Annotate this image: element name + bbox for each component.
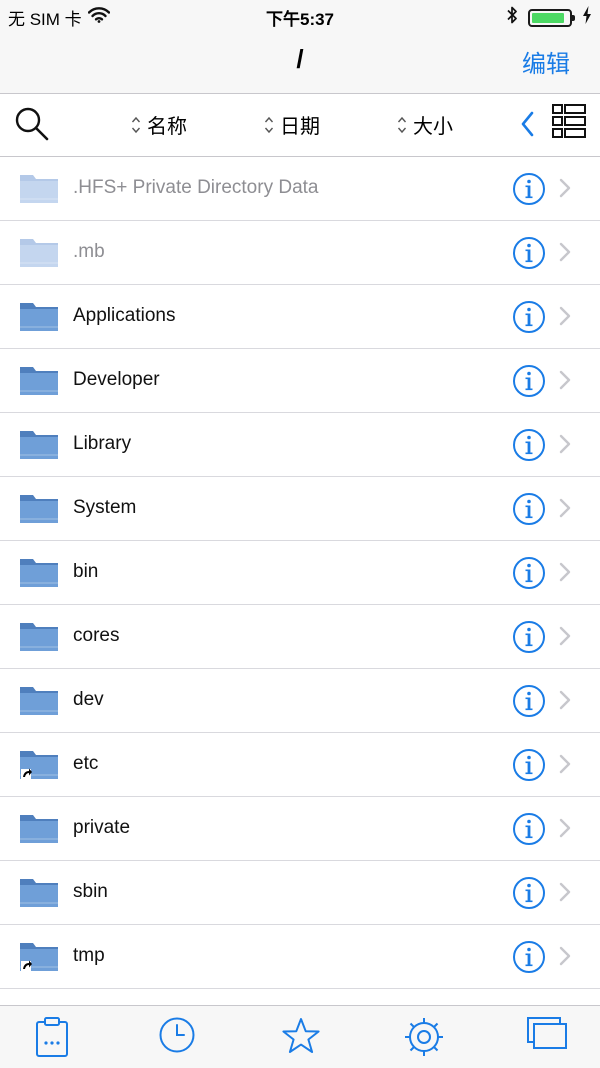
folder-icon bbox=[19, 363, 59, 397]
sort-arrows-icon bbox=[264, 116, 274, 133]
sort-arrows-icon bbox=[397, 116, 407, 133]
chevron-right-icon bbox=[558, 882, 572, 907]
clipboard-icon[interactable] bbox=[34, 1016, 70, 1063]
file-name: sbin bbox=[73, 881, 108, 902]
sort-name-label: 名称 bbox=[147, 116, 187, 138]
chevron-right-icon bbox=[558, 498, 572, 523]
tab-bar bbox=[0, 1005, 600, 1068]
info-icon[interactable] bbox=[512, 812, 546, 851]
list-item[interactable]: bin bbox=[0, 541, 600, 605]
charging-icon bbox=[582, 6, 592, 29]
file-name: Developer bbox=[73, 369, 160, 390]
info-icon[interactable] bbox=[512, 428, 546, 467]
sort-size-label: 大小 bbox=[413, 116, 453, 138]
gear-icon[interactable] bbox=[403, 1016, 445, 1063]
folder-icon bbox=[19, 683, 59, 717]
info-icon[interactable] bbox=[512, 748, 546, 787]
info-icon[interactable] bbox=[512, 172, 546, 211]
file-name: etc bbox=[73, 753, 99, 774]
chevron-right-icon bbox=[558, 370, 572, 395]
list-item[interactable]: .mb bbox=[0, 221, 600, 285]
file-name: .mb bbox=[73, 241, 105, 262]
battery-level bbox=[532, 12, 564, 23]
info-icon[interactable] bbox=[512, 940, 546, 979]
page-title: / bbox=[296, 44, 304, 74]
list-item[interactable]: private bbox=[0, 797, 600, 861]
file-name: Library bbox=[73, 433, 132, 454]
navigation-bar: / 编辑 bbox=[0, 30, 600, 94]
list-item[interactable]: Developer bbox=[0, 349, 600, 413]
file-name: Applications bbox=[73, 305, 176, 326]
list-item[interactable]: sbin bbox=[0, 861, 600, 925]
edit-button[interactable]: 编辑 bbox=[522, 44, 570, 79]
file-name: private bbox=[73, 817, 131, 838]
file-name: tmp bbox=[73, 945, 105, 966]
sort-by-name-button[interactable]: 名称 bbox=[131, 110, 187, 139]
file-name: .HFS+ Private Directory Data bbox=[73, 177, 319, 198]
file-list: .HFS+ Private Directory Data .mb Applica… bbox=[0, 157, 600, 1005]
bluetooth-icon bbox=[506, 5, 518, 30]
chevron-right-icon bbox=[558, 242, 572, 267]
sort-by-date-button[interactable]: 日期 bbox=[264, 110, 320, 139]
chevron-right-icon bbox=[558, 434, 572, 459]
info-icon[interactable] bbox=[512, 876, 546, 915]
clock-icon[interactable] bbox=[158, 1016, 196, 1059]
folder-alias-icon bbox=[19, 747, 59, 781]
info-icon[interactable] bbox=[512, 556, 546, 595]
info-icon[interactable] bbox=[512, 364, 546, 403]
chevron-right-icon bbox=[558, 946, 572, 971]
info-icon[interactable] bbox=[512, 620, 546, 659]
folder-icon bbox=[19, 811, 59, 845]
list-item[interactable]: Library bbox=[0, 413, 600, 477]
folder-alias-icon bbox=[19, 939, 59, 973]
search-icon[interactable] bbox=[14, 106, 50, 147]
folder-icon bbox=[19, 427, 59, 461]
folder-icon bbox=[19, 619, 59, 653]
list-item[interactable]: dev bbox=[0, 669, 600, 733]
chevron-right-icon bbox=[558, 178, 572, 203]
list-item[interactable] bbox=[0, 989, 600, 1005]
chevron-right-icon bbox=[558, 626, 572, 651]
folder-icon bbox=[19, 875, 59, 909]
info-icon[interactable] bbox=[512, 300, 546, 339]
folder-icon bbox=[19, 171, 59, 205]
chevron-left-icon[interactable] bbox=[518, 110, 538, 143]
folder-icon bbox=[19, 491, 59, 525]
info-icon[interactable] bbox=[512, 236, 546, 275]
star-icon[interactable] bbox=[281, 1016, 321, 1061]
list-item[interactable]: tmp bbox=[0, 925, 600, 989]
windows-icon[interactable] bbox=[526, 1016, 568, 1057]
chevron-right-icon bbox=[558, 754, 572, 779]
sort-by-size-button[interactable]: 大小 bbox=[397, 110, 453, 139]
sort-date-label: 日期 bbox=[280, 116, 320, 138]
file-name: bin bbox=[73, 561, 99, 582]
list-item[interactable]: .HFS+ Private Directory Data bbox=[0, 157, 600, 221]
file-name: dev bbox=[73, 689, 104, 710]
list-item[interactable]: System bbox=[0, 477, 600, 541]
status-right bbox=[506, 5, 592, 30]
sort-arrows-icon bbox=[131, 116, 141, 133]
list-item[interactable]: cores bbox=[0, 605, 600, 669]
chevron-right-icon bbox=[558, 306, 572, 331]
list-view-icon[interactable] bbox=[551, 103, 587, 144]
file-name: System bbox=[73, 497, 137, 518]
chevron-right-icon bbox=[558, 690, 572, 715]
file-name: cores bbox=[73, 625, 120, 646]
battery-icon bbox=[528, 8, 575, 27]
folder-icon bbox=[19, 235, 59, 269]
status-bar: 无 SIM 卡 下午5:37 bbox=[0, 0, 600, 30]
folder-icon bbox=[19, 299, 59, 333]
folder-icon bbox=[19, 555, 59, 589]
chevron-right-icon bbox=[558, 562, 572, 587]
list-item[interactable]: Applications bbox=[0, 285, 600, 349]
info-icon[interactable] bbox=[512, 684, 546, 723]
chevron-right-icon bbox=[558, 818, 572, 843]
sort-toolbar: 名称 日期 大小 bbox=[0, 94, 600, 157]
list-item[interactable]: etc bbox=[0, 733, 600, 797]
info-icon[interactable] bbox=[512, 492, 546, 531]
